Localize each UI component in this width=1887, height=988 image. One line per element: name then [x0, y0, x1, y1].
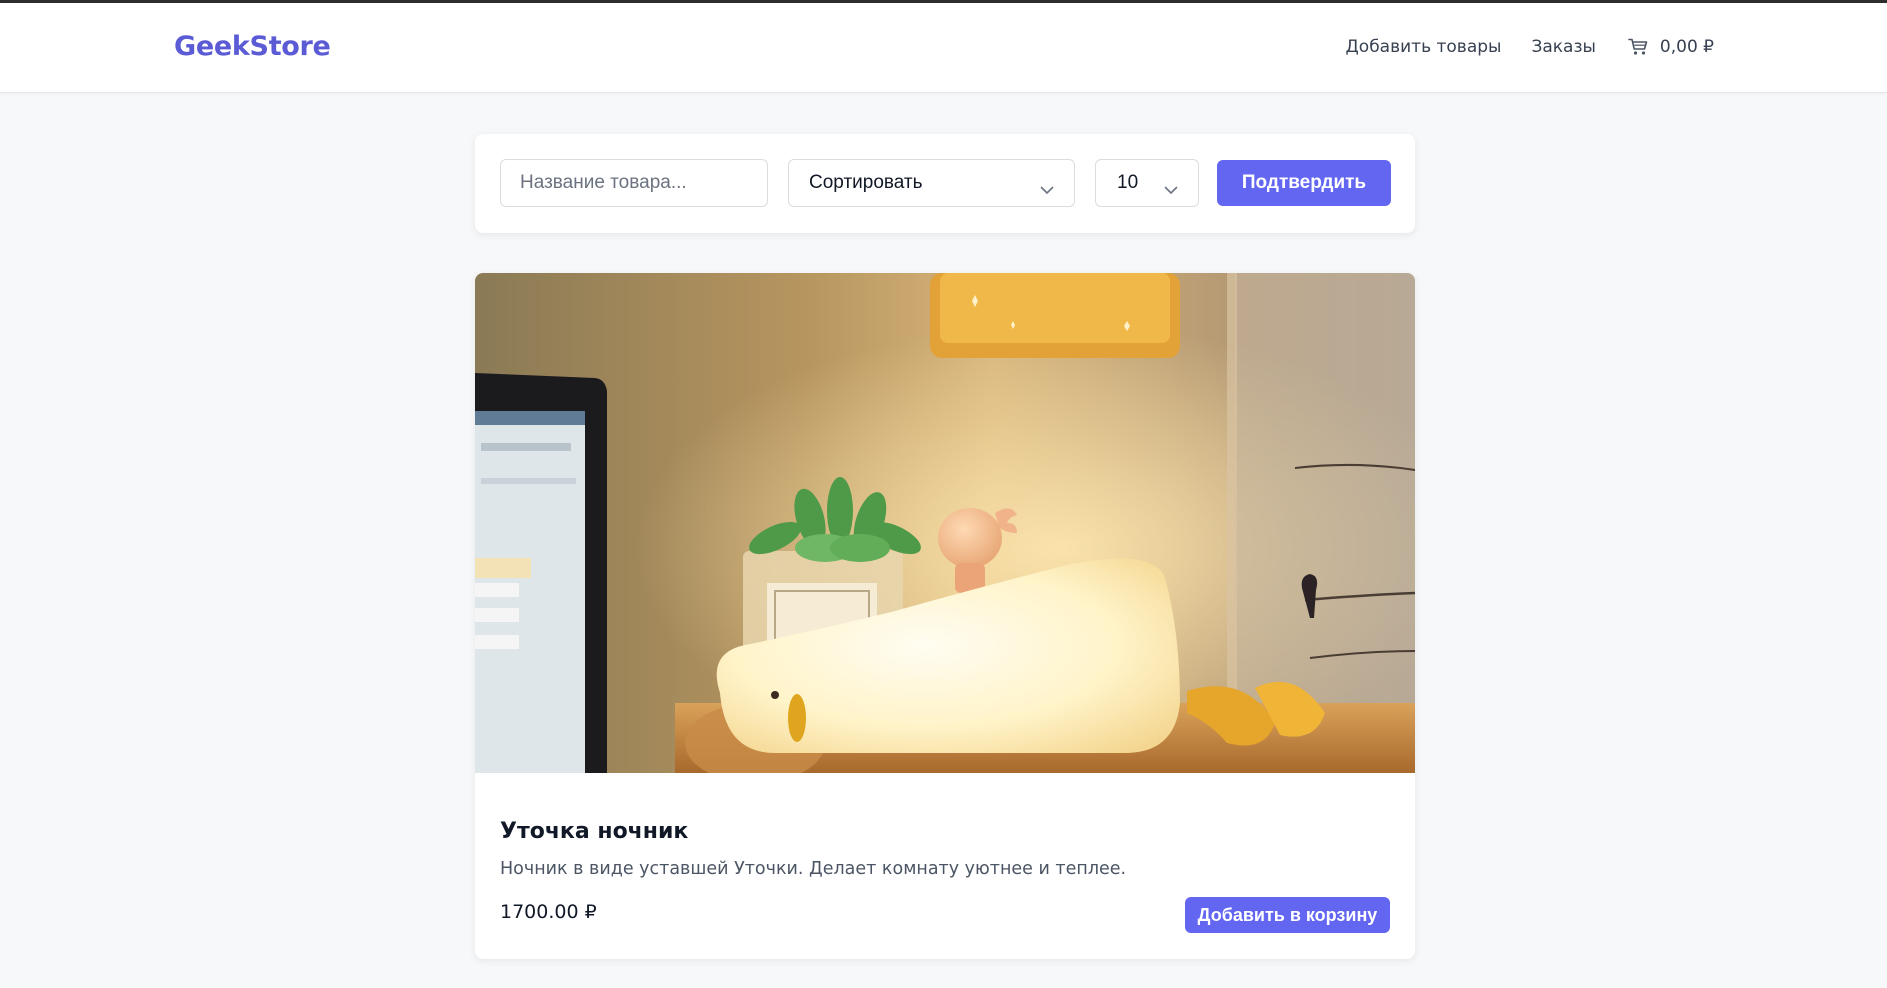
nav-add-products-link[interactable]: Добавить товары [1346, 37, 1502, 57]
product-title[interactable]: Уточка ночник [500, 819, 688, 844]
product-description: Ночник в виде уставшей Уточки. Делает ко… [500, 858, 1127, 879]
site-header: GeekStore Добавить товары Заказы 0,00 ₽ [0, 3, 1887, 93]
limit-select-value: 10 [1117, 172, 1139, 193]
cart-total: 0,00 ₽ [1659, 37, 1714, 57]
add-to-cart-button[interactable]: Добавить в корзину [1185, 897, 1390, 933]
confirm-button[interactable]: Подтвердить [1217, 160, 1391, 206]
product-price: 1700.00 ₽ [500, 901, 597, 923]
chevron-down-icon [1164, 179, 1178, 194]
sort-select[interactable]: Сортировать [788, 159, 1075, 207]
main-nav: Добавить товары Заказы 0,00 ₽ [1346, 37, 1714, 57]
cart-link[interactable]: 0,00 ₽ [1628, 37, 1714, 57]
cart-icon [1628, 38, 1648, 56]
site-logo[interactable]: GeekStore [174, 31, 331, 62]
nav-orders-link[interactable]: Заказы [1531, 37, 1595, 57]
product-card: Уточка ночник Ночник в виде уставшей Уто… [475, 273, 1415, 959]
sort-select-label: Сортировать [809, 172, 923, 193]
filter-panel: Сортировать 10 Подтвердить [475, 134, 1415, 233]
search-input[interactable] [500, 159, 768, 207]
product-image[interactable] [475, 273, 1415, 773]
chevron-down-icon [1040, 179, 1054, 194]
limit-select[interactable]: 10 [1095, 159, 1199, 207]
